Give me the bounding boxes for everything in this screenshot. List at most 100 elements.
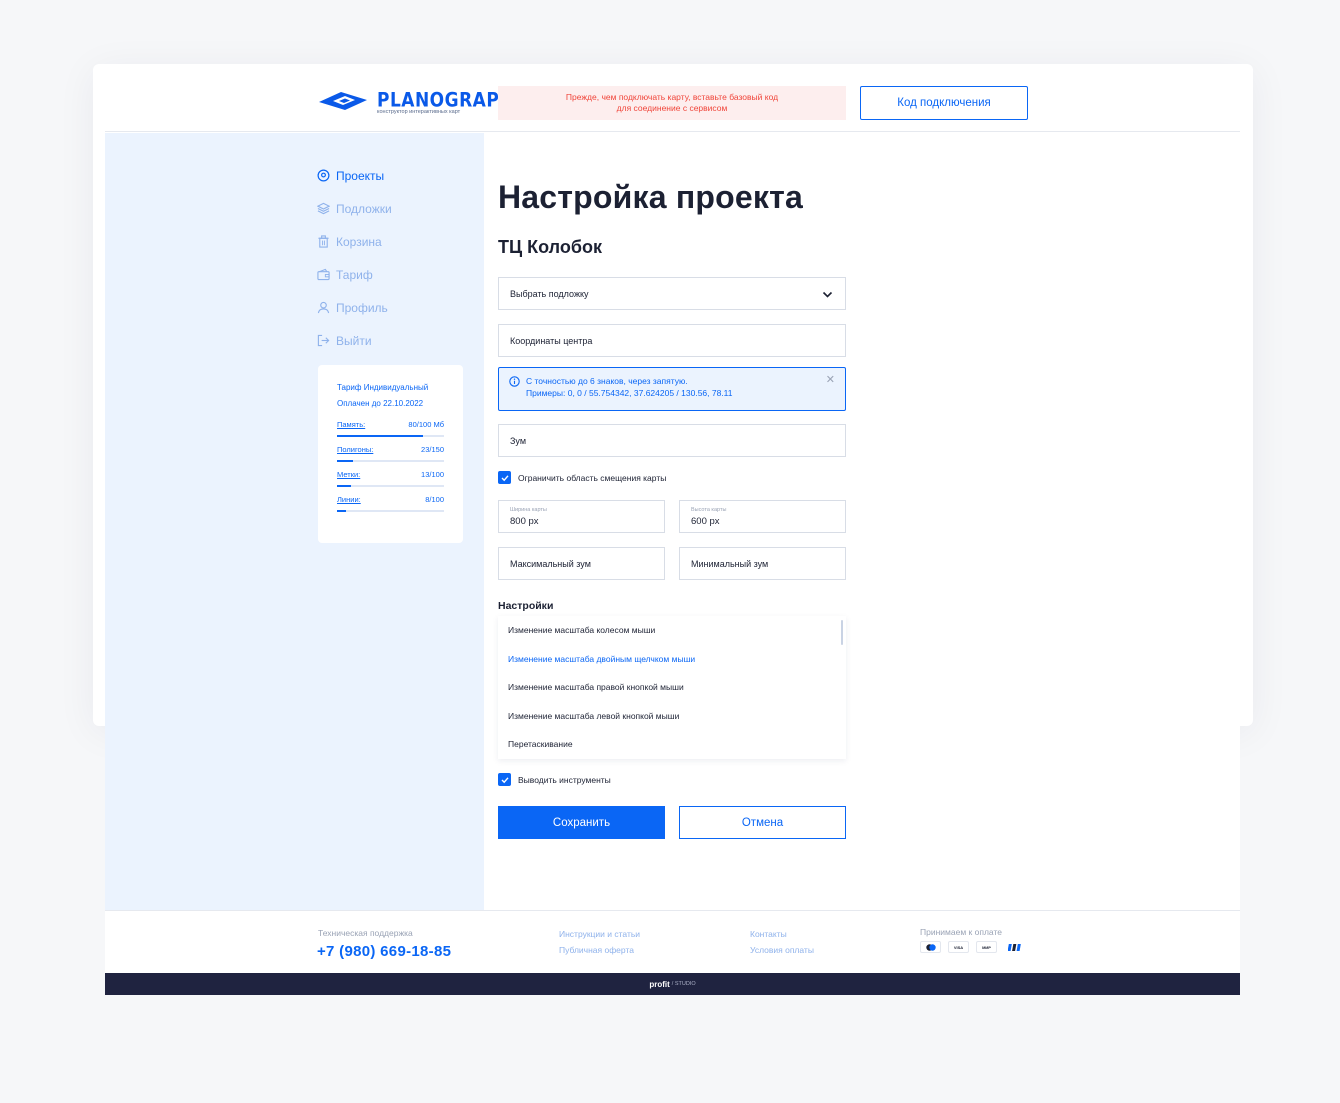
save-button[interactable]: Сохранить — [498, 806, 665, 839]
hint-line-2: Примеры: 0, 0 / 55.754342, 37.624205 / 1… — [526, 388, 733, 398]
mir-icon: МИР — [976, 941, 997, 953]
sidebar-nav: Проекты Подложки Корзина Тариф Профиль В… — [317, 159, 392, 357]
check-icon — [501, 474, 509, 481]
footer-link-contacts[interactable]: Контакты — [750, 929, 787, 939]
list-item[interactable]: Перетаскивание — [498, 730, 846, 759]
max-zoom-input[interactable]: Максимальный зум — [498, 547, 665, 580]
limit-area-label: Ограничить область смещения карты — [518, 472, 667, 483]
sidebar-item-label: Корзина — [336, 234, 382, 249]
trash-icon — [318, 235, 329, 248]
info-icon — [509, 376, 520, 387]
list-item[interactable]: Изменение масштаба колесом мыши — [498, 616, 846, 645]
sidebar-item-tariff[interactable]: Тариф — [317, 258, 392, 291]
cancel-button[interactable]: Отмена — [679, 806, 846, 839]
sidebar-item-label: Профиль — [336, 300, 388, 315]
stat-bar-fill — [337, 485, 351, 487]
layers-icon — [317, 202, 330, 215]
sidebar-item-label: Тариф — [336, 267, 373, 282]
location-pin-icon — [317, 169, 330, 182]
coords-hint: С точностью до 6 знаков, через запятую. … — [498, 367, 846, 411]
mastercard-icon — [920, 941, 941, 953]
studio-brand[interactable]: profit — [649, 980, 669, 989]
sidebar-item-trash[interactable]: Корзина — [317, 225, 392, 258]
stat-memory: Память: 80/100 Мб — [337, 420, 444, 437]
sidebar-item-logout[interactable]: Выйти — [317, 324, 392, 357]
stat-value: 8/100 — [425, 495, 444, 504]
stat-value: 13/100 — [421, 470, 444, 479]
logo-tagline: конструктор интерактивных карт — [377, 109, 461, 115]
tariff-paid-until: Оплачен до 22.10.2022 — [337, 399, 424, 408]
connection-code-button[interactable]: Код подключения — [860, 86, 1028, 120]
tariff-card: Тариф Индивидуальный Оплачен до 22.10.20… — [318, 365, 463, 543]
footer-link-offer[interactable]: Публичная оферта — [559, 945, 634, 955]
tariff-plan: Тариф Индивидуальный — [337, 383, 429, 392]
min-zoom-placeholder: Минимальный зум — [691, 558, 769, 569]
sidebar-item-label: Проекты — [336, 168, 385, 183]
planograph-logo-icon — [319, 92, 367, 110]
studio-bar: profit / STUDIO — [105, 973, 1240, 995]
wallet-icon — [317, 268, 330, 281]
sidebar-item-projects[interactable]: Проекты — [317, 159, 392, 192]
map-width-label: Ширина карты — [510, 506, 547, 513]
header: PLANOGRAPH конструктор интерактивных кар… — [105, 64, 1240, 132]
list-item[interactable]: Изменение масштаба правой кнопкой мыши — [498, 673, 846, 702]
stat-lines: Линии: 8/100 — [337, 495, 444, 512]
connection-warning: Прежде, чем подключать карту, вставьте б… — [498, 86, 846, 120]
support-phone[interactable]: +7 (980) 669-18-85 — [317, 943, 451, 960]
stat-value: 80/100 Мб — [408, 420, 444, 429]
stat-value: 23/150 — [421, 445, 444, 454]
sidebar-item-substrates[interactable]: Подложки — [317, 192, 392, 225]
settings-title: Настройки — [498, 600, 554, 612]
user-icon — [317, 301, 330, 314]
min-zoom-input[interactable]: Минимальный зум — [679, 547, 846, 580]
map-height-label: Высота карты — [691, 506, 727, 513]
substrate-select[interactable]: Выбрать подложку — [498, 277, 846, 310]
sbp-icon — [1004, 941, 1025, 953]
limit-area-checkbox[interactable]: Ограничить область смещения карты — [498, 471, 666, 484]
map-height-value: 600 px — [691, 515, 720, 527]
stat-bar-fill — [337, 510, 346, 512]
map-width-input[interactable]: Ширина карты 800 px — [498, 500, 665, 533]
stat-bar-fill — [337, 460, 354, 462]
stat-bar — [337, 435, 444, 437]
max-zoom-placeholder: Максимальный зум — [510, 558, 591, 569]
zoom-input[interactable]: Зум — [498, 424, 846, 457]
checkbox-box[interactable] — [498, 773, 511, 786]
stat-label: Метки: — [337, 470, 361, 479]
substrate-select-value: Выбрать подложку — [510, 288, 589, 299]
stat-polygons: Полигоны: 23/150 — [337, 445, 444, 462]
sidebar-item-profile[interactable]: Профиль — [317, 291, 392, 324]
payment-methods: VISA МИР — [920, 941, 1032, 953]
page-title: Настройка проекта — [498, 179, 803, 215]
show-tools-label: Выводить инструменты — [518, 774, 611, 785]
list-item[interactable]: Изменение масштаба двойным щелчком мыши — [498, 645, 846, 674]
hint-line-1: С точностью до 6 знаков, через запятую. — [526, 376, 688, 386]
chevron-down-icon — [822, 291, 833, 298]
show-tools-checkbox[interactable]: Выводить инструменты — [498, 773, 611, 786]
center-coords-placeholder: Координаты центра — [510, 335, 593, 346]
map-width-value: 800 px — [510, 515, 539, 527]
check-icon — [501, 776, 509, 783]
list-item[interactable]: Изменение масштаба левой кнопкой мыши — [498, 702, 846, 731]
close-icon[interactable]: ✕ — [826, 374, 835, 386]
warning-line-1: Прежде, чем подключать карту, вставьте б… — [565, 92, 779, 102]
stat-bar — [337, 460, 444, 462]
map-height-input[interactable]: Высота карты 600 px — [679, 500, 846, 533]
footer: Техническая поддержка +7 (980) 669-18-85… — [105, 910, 1240, 974]
footer-link-instructions[interactable]: Инструкции и статьи — [559, 929, 640, 939]
scrollbar-thumb[interactable] — [841, 620, 843, 645]
zoom-placeholder: Зум — [510, 435, 527, 446]
stat-bar — [337, 485, 444, 487]
warning-line-2: для соединение с сервисом — [616, 103, 728, 113]
sidebar-item-label: Выйти — [336, 333, 372, 348]
logout-icon — [317, 334, 330, 347]
stat-label: Линии: — [337, 495, 361, 504]
stat-bar — [337, 510, 444, 512]
settings-list: Изменение масштаба колесом мыши Изменени… — [498, 616, 846, 759]
footer-link-payment-terms[interactable]: Условия оплаты — [750, 945, 814, 955]
project-name: ТЦ Колобок — [498, 237, 602, 257]
logo[interactable]: PLANOGRAPH конструктор интерактивных кар… — [319, 88, 514, 118]
studio-suffix: / STUDIO — [671, 981, 696, 987]
checkbox-box[interactable] — [498, 471, 511, 484]
center-coords-input[interactable]: Координаты центра — [498, 324, 846, 357]
